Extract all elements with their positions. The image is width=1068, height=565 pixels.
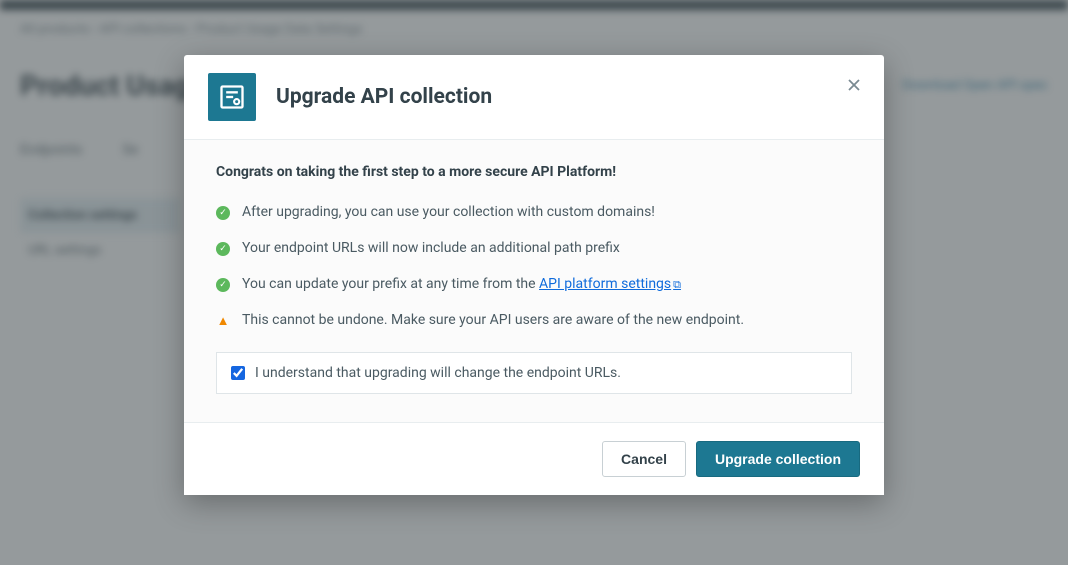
modal-header: Upgrade API collection	[184, 55, 884, 140]
bullet-update-prefix: ✓ You can update your prefix at any time…	[216, 276, 852, 292]
bullet-text: After upgrading, you can use your collec…	[242, 204, 655, 220]
collection-icon	[208, 73, 256, 121]
bullet-custom-domains: ✓ After upgrading, you can use your coll…	[216, 204, 852, 220]
check-icon: ✓	[216, 242, 230, 256]
bullet-text: You can update your prefix at any time f…	[242, 276, 681, 292]
modal-body: Congrats on taking the first step to a m…	[184, 140, 884, 422]
modal-overlay: Upgrade API collection Congrats on takin…	[0, 0, 1068, 565]
upgrade-button[interactable]: Upgrade collection	[696, 441, 860, 477]
upgrade-modal: Upgrade API collection Congrats on takin…	[184, 55, 884, 495]
bullet-text: Your endpoint URLs will now include an a…	[242, 240, 620, 256]
modal-footer: Cancel Upgrade collection	[184, 422, 884, 495]
external-link-icon: ⧉	[673, 278, 681, 291]
check-icon: ✓	[216, 206, 230, 220]
congrats-text: Congrats on taking the first step to a m…	[216, 164, 852, 180]
bullet-prefix-text: You can update your prefix at any time f…	[242, 276, 539, 292]
bullet-path-prefix: ✓ Your endpoint URLs will now include an…	[216, 240, 852, 256]
cancel-button[interactable]: Cancel	[602, 441, 686, 477]
modal-title: Upgrade API collection	[276, 85, 492, 109]
bullet-text: This cannot be undone. Make sure your AP…	[242, 312, 744, 328]
warning-icon: ▲	[216, 314, 230, 328]
close-icon[interactable]	[844, 75, 864, 95]
confirm-box[interactable]: I understand that upgrading will change …	[216, 352, 852, 394]
confirm-label: I understand that upgrading will change …	[255, 365, 621, 381]
check-icon: ✓	[216, 278, 230, 292]
confirm-checkbox[interactable]	[231, 366, 245, 380]
api-platform-settings-link[interactable]: API platform settings⧉	[539, 276, 681, 292]
bullet-warning: ▲ This cannot be undone. Make sure your …	[216, 312, 852, 328]
